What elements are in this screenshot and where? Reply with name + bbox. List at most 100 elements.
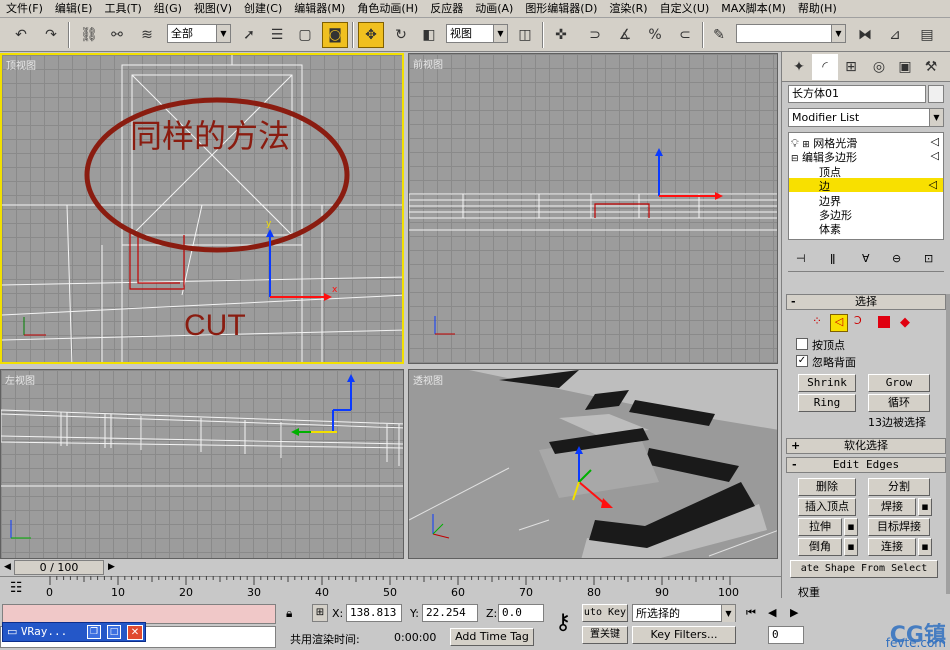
collapse-icon[interactable]: ⊟ [791,154,799,164]
menu-view[interactable]: 视图(V) [188,0,238,18]
remove-button[interactable]: 删除 [798,478,856,496]
snap-toggle-icon[interactable]: ⊃ [582,22,608,48]
polygon-mode-icon[interactable] [878,316,890,328]
slider-next-icon[interactable]: ▶ [108,562,115,572]
menu-graph-editors[interactable]: 图形编辑器(D) [519,0,603,18]
vertex-mode-icon[interactable]: ⁘ [812,314,822,328]
viewport-top[interactable]: 顶视图 同样的方法 CUT y x [0,53,404,364]
modify-tab-icon[interactable]: ◜ [812,54,838,80]
grow-button[interactable]: Grow [868,374,930,392]
menu-animation[interactable]: 动画(A) [469,0,519,18]
go-to-start-icon[interactable]: ⏮ [746,606,756,620]
rotate-icon[interactable]: ↻ [388,22,414,48]
bind-space-warp-icon[interactable]: ≋ [134,22,160,48]
layer-manager-icon[interactable]: ▤ [914,22,940,48]
shrink-button[interactable]: Shrink [798,374,856,392]
chamfer-settings-icon[interactable]: ▪ [844,538,858,556]
undo-icon[interactable]: ↶ [8,22,34,48]
viewport-front[interactable]: 前视图 [408,53,778,364]
viewport-perspective-label[interactable]: 透视图 [413,372,443,387]
viewport-front-label[interactable]: 前视图 [413,56,443,71]
taskbar-vray-item[interactable]: ▭ VRay... ❐ □ ✕ [2,622,146,642]
selection-rollout-header[interactable]: - 选择 [786,294,946,310]
window-crossing-icon[interactable]: ◙ [322,22,348,48]
select-object-icon[interactable]: ➚ [236,22,262,48]
edit-named-selection-icon[interactable]: ✎ [706,22,732,48]
align-icon[interactable]: ⊿ [882,22,908,48]
hierarchy-tab-icon[interactable]: ⊞ [838,54,864,80]
menu-tools[interactable]: 工具(T) [98,0,147,18]
object-name-field[interactable]: 长方体01 [788,85,926,103]
menu-modifiers[interactable]: 编辑器(M) [288,0,351,18]
menu-create[interactable]: 创建(C) [238,0,288,18]
prev-frame-icon[interactable]: ◀ [768,606,776,619]
menu-edit[interactable]: 编辑(E) [49,0,99,18]
menu-character[interactable]: 角色动画(H) [351,0,424,18]
stack-item-meshsmooth[interactable]: 💡︎ ⊞ 网格光滑 ◁ [791,135,943,150]
stack-sub-element[interactable]: 体素 [819,221,841,237]
viewport-left[interactable]: 左视图 [0,369,404,559]
auto-key-button[interactable]: uto Key [582,604,628,622]
modifier-stack[interactable]: 💡︎ ⊞ 网格光滑 ◁ ⊟ 编辑多边形 ◁ 顶点 边 ◁ 边界 多边形 体素 [788,132,944,240]
ignore-backface-checkbox[interactable]: ✓ [796,355,808,367]
by-vertex-checkbox[interactable] [796,338,808,350]
modifier-list-dropdown[interactable]: Modifier List ▼ [788,108,944,127]
redo-icon[interactable]: ↷ [38,22,64,48]
remove-modifier-icon[interactable]: ⊖ [892,252,901,265]
weld-button[interactable]: 焊接 [868,498,916,516]
menu-customize[interactable]: 自定义(U) [654,0,716,18]
maxscript-listener-field[interactable] [2,604,276,624]
current-frame-field[interactable]: 0 [768,626,804,644]
track-bar[interactable]: ☷ 0 10 20 30 40 50 60 70 80 90 100 [0,576,781,602]
play-icon[interactable]: ▶ [790,606,798,619]
scale-icon[interactable]: ◧ [416,22,442,48]
motion-tab-icon[interactable]: ◎ [866,54,892,80]
connect-settings-icon[interactable]: ▪ [918,538,932,556]
rect-selection-icon[interactable]: ▢ [292,22,318,48]
loop-button[interactable]: 循环 [868,394,930,412]
command-panel-scrollbar[interactable] [946,294,950,594]
menu-maxscript[interactable]: MAX脚本(M) [715,0,792,18]
viewport-left-label[interactable]: 左视图 [5,372,35,387]
viewport-top-label[interactable]: 顶视图 [6,57,36,72]
stack-sub-edge-selected[interactable]: 边 ◁ [789,178,943,193]
unlink-icon[interactable]: ⚯ [104,22,130,48]
mirror-icon[interactable]: ⧓ [852,22,878,48]
chamfer-button[interactable]: 倒角 [798,538,842,556]
set-key-icon[interactable]: ⚷ [548,610,578,644]
add-time-tag-button[interactable]: Add Time Tag [450,628,534,646]
menu-group[interactable]: 组(G) [148,0,188,18]
angle-snap-icon[interactable]: ∡ [612,22,638,48]
key-filters-button[interactable]: Key Filters... [632,626,736,644]
select-manipulate-icon[interactable]: ✜ [548,22,574,48]
absolute-mode-icon[interactable]: ⊞ [312,604,328,622]
target-weld-button[interactable]: 目标焊接 [868,518,930,536]
element-mode-icon[interactable]: ◆ [900,315,910,330]
time-slider-handle[interactable]: 0 / 100 [14,560,104,575]
object-color-swatch[interactable] [928,85,944,103]
z-coord-field[interactable]: 0.0 [498,604,544,622]
x-coord-field[interactable]: 138.813 [346,604,402,622]
spinner-snap-icon[interactable]: ⊂ [672,22,698,48]
restore-icon[interactable]: ❐ [87,625,101,639]
configure-modifier-sets-icon[interactable]: ⊡ [924,252,933,265]
stack-item-edit-poly[interactable]: ⊟ 编辑多边形 ◁ [791,149,943,164]
select-by-name-icon[interactable]: ☰ [264,22,290,48]
border-mode-icon[interactable]: Ↄ [854,314,862,327]
move-icon[interactable]: ✥ [358,22,384,48]
connect-button[interactable]: 连接 [868,538,916,556]
utilities-tab-icon[interactable]: ⚒ [918,54,944,80]
reference-coord-dropdown[interactable]: 视图 ▼ [446,24,508,43]
display-tab-icon[interactable]: ▣ [892,54,918,80]
extrude-button[interactable]: 拉伸 [798,518,842,536]
menu-reactor[interactable]: 反应器 [424,0,469,18]
selection-filter-dropdown[interactable]: 全部 ▼ [167,24,231,43]
create-tab-icon[interactable]: ✦ [786,54,812,80]
named-selection-dropdown[interactable]: ▼ [736,24,846,43]
close-icon[interactable]: ✕ [127,625,143,640]
insert-vertex-button[interactable]: 插入顶点 [798,498,856,516]
create-shape-from-selection-button[interactable]: ate Shape From Select [790,560,938,578]
pin-stack-icon[interactable]: ⊣ [796,252,806,265]
pivot-center-icon[interactable]: ◫ [512,22,538,48]
menu-help[interactable]: 帮助(H) [792,0,843,18]
